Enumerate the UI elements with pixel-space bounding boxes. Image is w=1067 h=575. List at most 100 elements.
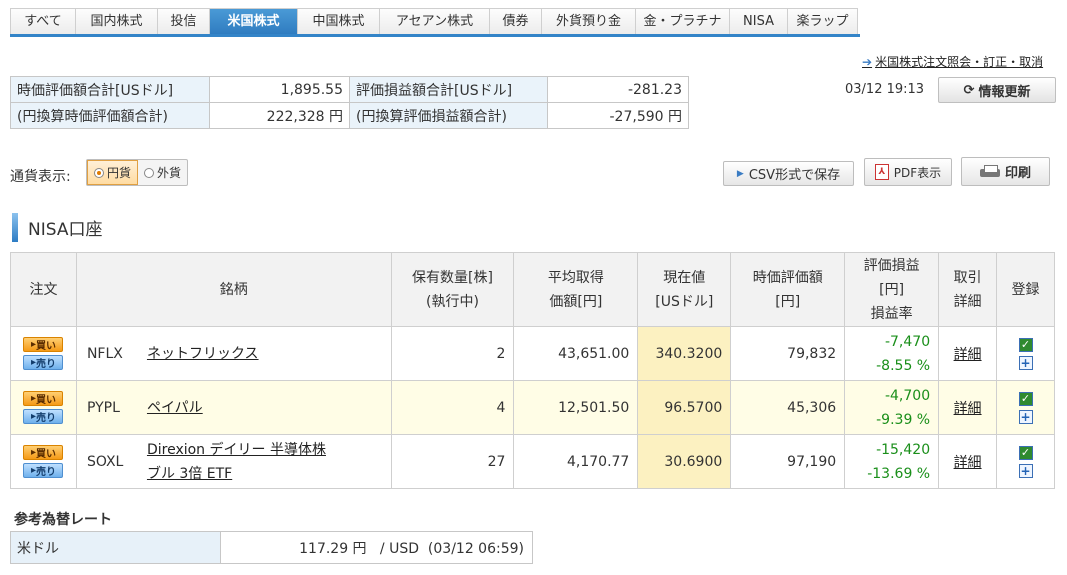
market-value-jpy: 222,328 円	[209, 102, 350, 129]
tab-8[interactable]: 金・プラチナ	[636, 8, 730, 34]
holdings-table: 注文 銘柄 保有数量[株] (執行中) 平均取得 価額[円] 現在値 [USドル] 時…	[10, 252, 1055, 489]
plus-icon[interactable]: +	[1018, 355, 1033, 370]
avg-cell: 43,651.00	[513, 326, 639, 381]
buy-button[interactable]: ▸ 買い	[23, 337, 64, 352]
refresh-icon: ⟳	[963, 82, 975, 98]
checkmark-icon[interactable]: ✓	[1018, 337, 1033, 352]
currency-display-label: 通貨表示:	[10, 169, 71, 185]
stock-name-link[interactable]: ペイパル	[147, 400, 203, 416]
order-inquiry-link[interactable]: ➔ 米国株式注文照会・訂正・取消	[862, 53, 1043, 70]
print-button[interactable]: 印刷	[961, 157, 1050, 186]
pl-cell: -4,700 -9.39 %	[844, 380, 940, 435]
fx-table: 米ドル 117.29 円 / USD (03/12 06:59)	[10, 531, 533, 564]
tab-5[interactable]: アセアン株式	[380, 8, 490, 34]
currency-jpy-label: 円貨	[106, 166, 131, 180]
fx-title: 参考為替レート	[14, 512, 112, 528]
section-bar	[12, 213, 18, 242]
header-price: 現在値 [USドル]	[637, 252, 732, 327]
sell-button[interactable]: ▸ 売り	[23, 409, 64, 424]
checkmark-icon[interactable]: ✓	[1018, 391, 1033, 406]
tab-3[interactable]: 米国株式	[210, 8, 298, 34]
stock-name-link[interactable]: ネットフリックス	[147, 346, 259, 362]
ticker: PYPL	[86, 399, 120, 416]
currency-option-jpy[interactable]: 円貨	[87, 160, 138, 185]
pl-rate: -8.55 %	[876, 357, 931, 374]
pdf-label: PDF表示	[893, 165, 942, 180]
stock-name: ネットフリックス	[147, 342, 259, 366]
market-value-jpy-label: (円換算時価評価額合計)	[10, 102, 210, 129]
pdf-button[interactable]: ⅄ PDF表示	[864, 158, 952, 186]
order-inquiry-label: 米国株式注文照会・訂正・取消	[875, 55, 1044, 69]
pl-cell: -15,420 -13.69 %	[844, 434, 940, 489]
market-value-usd: 1,895.55	[209, 76, 350, 103]
fx-rate-cell: 117.29 円 / USD (03/12 06:59)	[220, 531, 533, 564]
pl-jpy-label: (円換算評価損益額合計)	[349, 102, 548, 129]
fx-time: (03/12 06:59)	[427, 540, 524, 557]
pl-amount: -15,420	[876, 441, 931, 458]
order-cell: ▸ 買い ▸ 売り	[10, 434, 77, 489]
price-cell: 340.3200	[637, 326, 732, 381]
tab-0[interactable]: すべて	[10, 8, 76, 34]
stock-name-link[interactable]: Direxion デイリー 半導体株	[147, 442, 326, 458]
buy-button[interactable]: ▸ 買い	[23, 391, 64, 406]
fx-currency: 米ドル	[10, 531, 221, 564]
header-name: 銘柄	[75, 252, 392, 327]
print-label: 印刷	[1004, 166, 1031, 181]
pl-rate: -9.39 %	[876, 411, 931, 428]
pl-amount: -7,470	[884, 333, 931, 350]
header-register: 登録	[996, 252, 1055, 327]
currency-toggle: 円貨 外貨	[86, 159, 188, 186]
sell-button[interactable]: ▸ 売り	[23, 463, 64, 478]
market-value-usd-label: 時価評価額合計[USドル]	[10, 76, 210, 103]
tab-2[interactable]: 投信	[158, 8, 210, 34]
tab-10[interactable]: 楽ラップ	[788, 8, 858, 34]
pl-usd: -281.23	[547, 76, 689, 103]
fx-rate: 117.29 円	[299, 540, 367, 557]
avg-cell: 12,501.50	[513, 380, 639, 435]
value-cell: 45,306	[730, 380, 846, 435]
register-cell: ✓ +	[996, 326, 1055, 381]
buy-button[interactable]: ▸ 買い	[23, 445, 64, 460]
radio-icon	[143, 167, 154, 178]
stock-name: Direxion デイリー 半導体株 ブル 3倍 ETF	[147, 438, 326, 486]
summary-table: 時価評価額合計[USドル] 1,895.55 評価損益額合計[USドル] -28…	[10, 76, 689, 129]
csv-label: CSV形式で保存	[748, 168, 841, 183]
csv-export-button[interactable]: ▶ CSV形式で保存	[723, 161, 854, 186]
currency-fx-label: 外貨	[156, 166, 181, 180]
fx-unit: / USD	[379, 540, 420, 557]
header-avg: 平均取得 価額[円]	[513, 252, 639, 327]
refresh-label: 情報更新	[978, 84, 1031, 100]
sell-button[interactable]: ▸ 売り	[23, 355, 64, 370]
pl-amount: -4,700	[884, 387, 931, 404]
header-detail: 取引 詳細	[938, 252, 998, 327]
refresh-button[interactable]: ⟳ 情報更新	[938, 77, 1056, 103]
detail-link[interactable]: 詳細	[954, 401, 982, 417]
printer-icon	[979, 164, 1000, 179]
detail-cell: 詳細	[938, 326, 998, 381]
checkmark-icon[interactable]: ✓	[1018, 445, 1033, 460]
currency-option-fx[interactable]: 外貨	[138, 160, 187, 185]
market-tabs: すべて 国内株式 投信 米国株式 中国株式 アセアン株式 債券 外貨預り金 金・プラチナ NISA…	[10, 8, 860, 37]
stock-name-link[interactable]: ブル 3倍 ETF	[147, 466, 232, 482]
name-cell: PYPL ペイパル	[75, 380, 392, 435]
detail-link[interactable]: 詳細	[954, 455, 982, 471]
tab-4[interactable]: 中国株式	[298, 8, 380, 34]
tab-1[interactable]: 国内株式	[76, 8, 158, 34]
pl-jpy: -27,590 円	[547, 102, 689, 129]
ticker: SOXL	[86, 453, 124, 470]
tab-9[interactable]: NISA	[730, 8, 788, 34]
plus-icon[interactable]: +	[1018, 463, 1033, 478]
plus-icon[interactable]: +	[1018, 409, 1033, 424]
table-row: ▸ 買い ▸ 売り PYPL ペイパル 4 12,501.50 96.5700 45…	[10, 380, 1055, 435]
tab-6[interactable]: 債券	[490, 8, 542, 34]
register-cell: ✓ +	[996, 380, 1055, 435]
register-cell: ✓ +	[996, 434, 1055, 489]
section-title: NISA口座	[28, 220, 103, 240]
detail-cell: 詳細	[938, 434, 998, 489]
name-cell: NFLX ネットフリックス	[75, 326, 392, 381]
detail-cell: 詳細	[938, 380, 998, 435]
pl-cell: -7,470 -8.55 %	[844, 326, 940, 381]
tab-7[interactable]: 外貨預り金	[542, 8, 636, 34]
detail-link[interactable]: 詳細	[954, 347, 982, 363]
update-timestamp: 03/12 19:13	[845, 82, 925, 97]
